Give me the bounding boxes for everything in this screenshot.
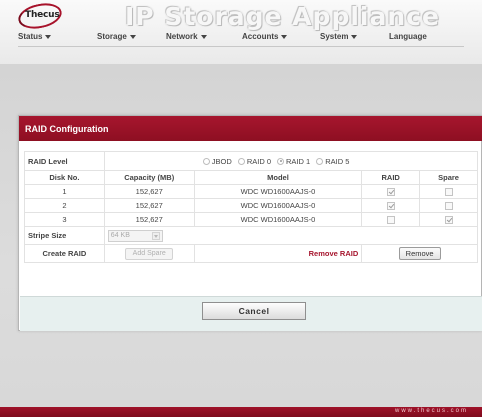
model-cell: WDC WD1600AAJS-0 <box>193 184 363 199</box>
menu-status[interactable]: Status <box>18 32 52 41</box>
bottom-bar: www.thecus.com <box>0 407 482 417</box>
thecus-logo: Thecus <box>15 0 65 33</box>
spare-checkbox[interactable] <box>444 216 453 224</box>
menu-divider <box>18 46 464 47</box>
spare-checkbox[interactable] <box>444 202 453 210</box>
menu-language-label: Language <box>389 32 427 41</box>
col-capacity: Capacity (MB) <box>103 170 195 185</box>
stripe-size-select[interactable]: 64 KB <box>107 229 163 242</box>
raid-level-row: RAID Level JBOD RAID 0 RAID 1 RAID 5 <box>24 151 479 171</box>
remove-raid-label: Remove RAID <box>193 244 363 263</box>
menu-network[interactable]: Network <box>166 32 207 41</box>
radio-jbod[interactable]: JBOD <box>202 156 232 166</box>
capacity-cell: 152,627 <box>103 184 195 199</box>
menu-system[interactable]: System <box>320 32 358 41</box>
chevron-down-icon <box>200 34 207 39</box>
menu-accounts[interactable]: Accounts <box>242 32 288 41</box>
disk-no-cell: 2 <box>24 198 105 213</box>
col-model: Model <box>193 170 363 185</box>
radio-raid0-label: RAID 0 <box>246 156 271 166</box>
raid-checkbox[interactable] <box>386 216 395 224</box>
column-header-row: Disk No. Capacity (MB) Model RAID Spare <box>24 170 478 185</box>
logo-text: Thecus <box>25 10 60 20</box>
raid-level-label: RAID Level <box>24 151 105 171</box>
raid-checkbox[interactable] <box>386 202 395 210</box>
disk-no-cell: 3 <box>24 212 105 227</box>
cancel-button[interactable]: Cancel <box>202 302 306 320</box>
radio-raid1-label: RAID 1 <box>286 156 311 166</box>
radio-jbod-label: JBOD <box>211 156 232 166</box>
radio-raid5-label: RAID 5 <box>325 156 350 166</box>
spare-cell <box>419 212 478 227</box>
remove-cell: Remove <box>361 244 478 263</box>
model-cell: WDC WD1600AAJS-0 <box>193 212 363 227</box>
table-row: 2 152,627 WDC WD1600AAJS-0 <box>24 198 478 213</box>
website-url[interactable]: www.thecus.com <box>395 408 468 414</box>
radio-raid5-dot <box>316 157 324 165</box>
radio-raid0-dot <box>237 157 245 165</box>
add-spare-cell: Add Spare <box>103 244 195 263</box>
chevron-down-icon <box>45 34 52 39</box>
raid-cell <box>361 184 421 199</box>
menu-system-label: System <box>320 32 349 41</box>
spare-cell <box>419 198 478 213</box>
radio-raid1[interactable]: RAID 1 <box>277 157 310 166</box>
remove-button[interactable]: Remove <box>398 247 441 260</box>
add-spare-button[interactable]: Add Spare <box>125 247 174 260</box>
radio-raid1-dot <box>277 157 284 165</box>
stripe-size-row: Stripe Size 64 KB <box>24 226 479 245</box>
col-raid: RAID <box>361 170 421 185</box>
menu-accounts-label: Accounts <box>242 32 279 41</box>
table-row: 1 152,627 WDC WD1600AAJS-0 <box>24 184 478 199</box>
table-row: 3 152,627 WDC WD1600AAJS-0 <box>24 212 478 227</box>
panel-title: RAID Configuration <box>25 124 109 134</box>
spare-checkbox[interactable] <box>444 188 453 196</box>
radio-raid0[interactable]: RAID 0 <box>237 156 271 166</box>
menu-network-label: Network <box>166 32 198 41</box>
capacity-cell: 152,627 <box>103 212 195 227</box>
create-raid-label: Create RAID <box>24 244 105 263</box>
panel-header: RAID Configuration <box>19 116 482 141</box>
model-cell: WDC WD1600AAJS-0 <box>193 198 363 213</box>
actions-row: Create RAID Add Spare Remove RAID Remove <box>24 244 478 263</box>
capacity-cell: 152,627 <box>103 198 195 213</box>
spare-cell <box>419 184 478 199</box>
stripe-size-label: Stripe Size <box>24 226 105 245</box>
panel-footer: Cancel <box>20 296 482 331</box>
menu-storage-label: Storage <box>97 32 127 41</box>
radio-raid5[interactable]: RAID 5 <box>316 157 349 166</box>
raid-level-options: JBOD RAID 0 RAID 1 RAID 5 <box>103 151 479 171</box>
raid-table: RAID Level JBOD RAID 0 RAID 1 RAID 5 Dis… <box>24 151 479 263</box>
app-header: Thecus IP Storage Appliance Status Stora… <box>0 0 482 64</box>
menu-status-label: Status <box>18 32 43 41</box>
radio-jbod-dot <box>202 157 210 165</box>
raid-cell <box>361 212 421 227</box>
chevron-down-icon <box>151 231 160 240</box>
menu-language[interactable]: Language <box>389 32 427 41</box>
col-spare: Spare <box>419 170 478 185</box>
disk-no-cell: 1 <box>24 184 105 199</box>
chevron-down-icon <box>351 34 358 39</box>
stripe-size-cell: 64 KB <box>103 226 479 245</box>
stripe-size-value: 64 KB <box>110 232 130 239</box>
col-disk-no: Disk No. <box>24 170 105 185</box>
raid-checkbox[interactable] <box>386 188 395 196</box>
chevron-down-icon <box>281 34 288 39</box>
raid-cell <box>361 198 421 213</box>
app-title: IP Storage Appliance <box>125 2 440 31</box>
raid-configuration-panel: RAID Configuration RAID Level JBOD RAID … <box>18 115 482 331</box>
menu-storage[interactable]: Storage <box>97 32 136 41</box>
chevron-down-icon <box>129 34 136 39</box>
